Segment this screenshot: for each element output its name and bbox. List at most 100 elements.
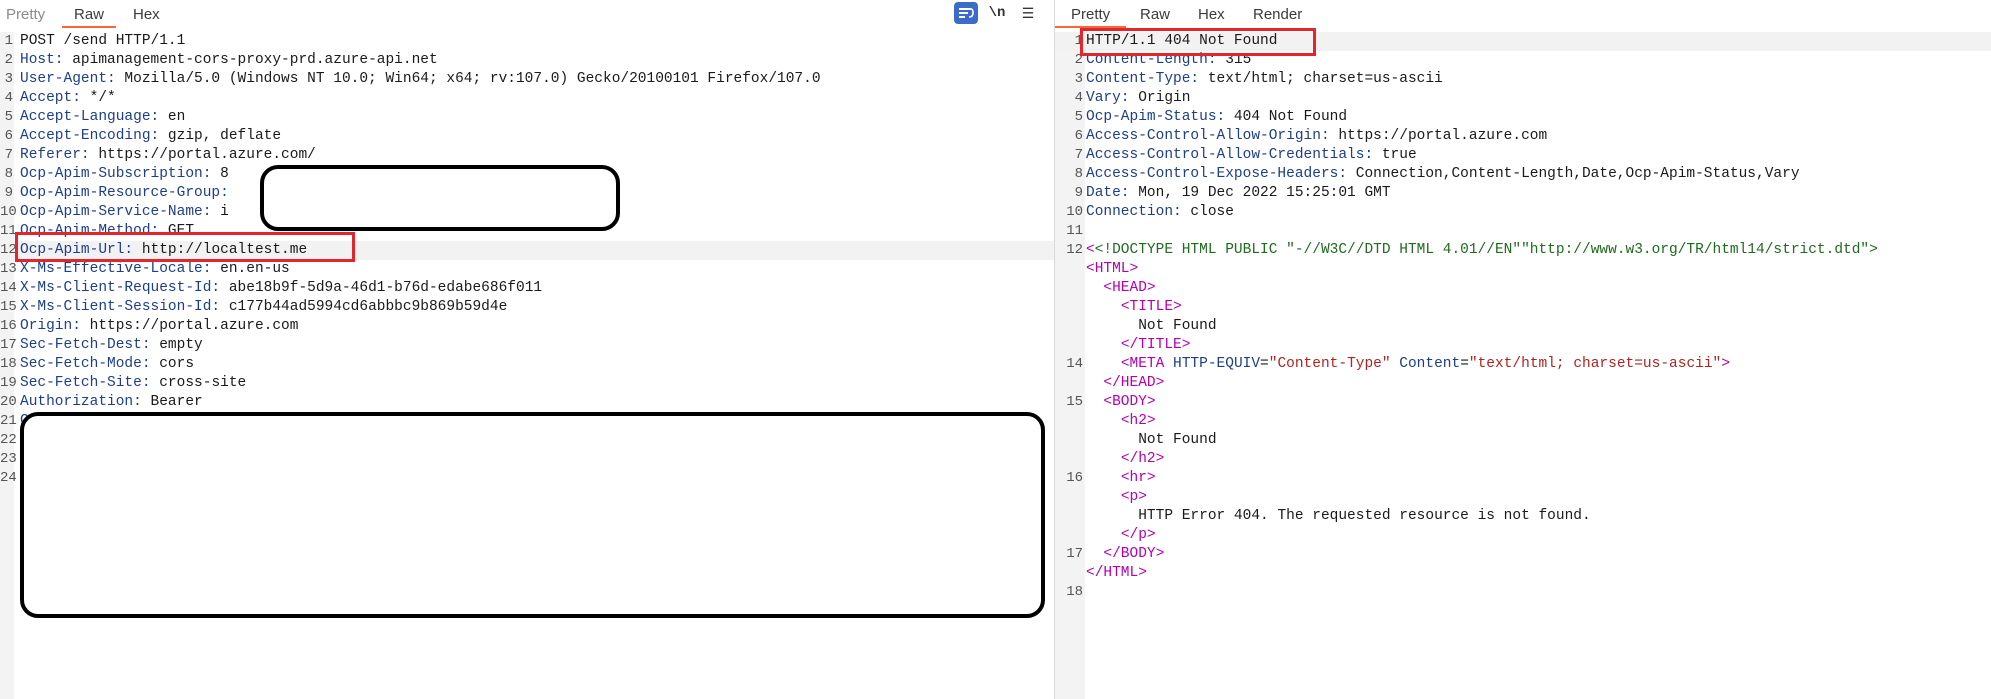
- text-node: Not Found: [1138, 318, 1217, 334]
- highlight-box: [15, 232, 355, 262]
- line-content: Authorization: Bearer: [20, 393, 203, 412]
- code-line: <p>: [1055, 488, 1991, 507]
- line-number: 7: [1074, 147, 1083, 163]
- code-line: 9 Date: Mon, 19 Dec 2022 15:25:01 GMT: [1055, 184, 1991, 203]
- code-line: 4 Accept: */*: [0, 89, 1054, 108]
- tab-hex[interactable]: Hex: [133, 0, 160, 28]
- text-node: [1086, 546, 1103, 562]
- line-content: <HEAD>: [1086, 279, 1155, 298]
- text-node: [1086, 280, 1103, 296]
- attr-name: HTTP-EQUIV: [1173, 356, 1261, 372]
- header-name: Content-Type:: [1086, 71, 1200, 87]
- code-line: 17 </BODY>: [1055, 545, 1991, 564]
- header-value: i: [211, 204, 229, 220]
- code-line: 7 Referer: https://portal.azure.com/: [0, 146, 1054, 165]
- line-content: </h2>: [1086, 450, 1165, 469]
- line-content: X-Ms-Client-Session-Id: c177b44ad5994cd6…: [20, 298, 507, 317]
- code-line: <HTML>: [1055, 260, 1991, 279]
- code-line: 11: [1055, 222, 1991, 241]
- code-line: 7 Access-Control-Allow-Credentials: true: [1055, 146, 1991, 165]
- text-node: [1086, 356, 1121, 372]
- line-number: 21: [0, 413, 17, 429]
- code-line: 5 Ocp-Apim-Status: 404 Not Found: [1055, 108, 1991, 127]
- code-line: 8 Access-Control-Expose-Headers: Connecti…: [1055, 165, 1991, 184]
- line-number: 24: [0, 470, 17, 486]
- code-line: 20 Authorization: Bearer: [0, 393, 1054, 412]
- line-content: POST /send HTTP/1.1: [20, 32, 185, 51]
- tab-raw[interactable]: Raw: [1140, 0, 1170, 28]
- line-content: Accept-Encoding: gzip, deflate: [20, 127, 281, 146]
- tab-render[interactable]: Render: [1253, 0, 1302, 28]
- line-number: 8: [4, 166, 13, 182]
- code-line: 18 Sec-Fetch-Mode: cors: [0, 355, 1054, 374]
- header-name: Ocp-Apim-Status:: [1086, 109, 1226, 125]
- line-content: Ocp-Apim-Status: 404 Not Found: [1086, 108, 1347, 127]
- header-name: User-Agent:: [20, 71, 116, 87]
- line-number: 19: [0, 375, 17, 391]
- code-line: 3 User-Agent: Mozilla/5.0 (Windows NT 10.…: [0, 70, 1054, 89]
- header-name: Origin:: [20, 318, 81, 334]
- doctype-text: <!DOCTYPE HTML PUBLIC: [1094, 242, 1287, 258]
- header-name: Authorization:: [20, 394, 142, 410]
- html-tag: >: [1721, 356, 1730, 372]
- html-tag: </p>: [1120, 527, 1156, 543]
- header-name: Ocp-Apim-Subscription:: [20, 166, 212, 182]
- line-content: </p>: [1086, 526, 1156, 545]
- line-content: X-Ms-Client-Request-Id: abe18b9f-5d9a-46…: [20, 279, 542, 298]
- header-value: apimanagement-cors-proxy-prd.azure-api.n…: [63, 52, 438, 68]
- line-number: 2: [4, 52, 13, 68]
- header-name: Vary:: [1086, 90, 1130, 106]
- line-content: Access-Control-Expose-Headers: Connectio…: [1086, 165, 1800, 184]
- line-number: 10: [0, 204, 17, 220]
- wrap-lines-icon[interactable]: [954, 2, 978, 24]
- line-content: Host: apimanagement-cors-proxy-prd.azure…: [20, 51, 438, 70]
- code-line: 6 Access-Control-Allow-Origin: https://po…: [1055, 127, 1991, 146]
- code-line: Not Found: [1055, 317, 1991, 336]
- line-number: 5: [4, 109, 13, 125]
- text-node: =: [1460, 356, 1469, 372]
- header-name: Accept-Language:: [20, 109, 160, 125]
- header-name: X-Ms-Client-Session-Id:: [20, 299, 221, 315]
- html-tag: <h2>: [1120, 413, 1156, 429]
- line-content: Origin: https://portal.azure.com: [20, 317, 298, 336]
- header-name: Host:: [20, 52, 64, 68]
- header-value: c177b44ad5994cd6abbbc9b869b59d4e: [220, 299, 508, 315]
- doctype-text: "-//W3C//DTD HTML 4.01//EN""http://www.w…: [1286, 242, 1870, 258]
- header-name: Ocp-Apim-Resource-Group:: [20, 185, 229, 201]
- line-content: </BODY>: [1086, 545, 1164, 564]
- code-line: 13 X-Ms-Effective-Locale: en.en-us: [0, 260, 1054, 279]
- wrap-lines-icon: [959, 8, 974, 18]
- line-number: 13: [0, 261, 17, 277]
- menu-icon[interactable]: ☰: [1016, 2, 1040, 24]
- text-node: [1086, 337, 1121, 353]
- header-value: gzip, deflate: [159, 128, 282, 144]
- tab-hex[interactable]: Hex: [1198, 0, 1225, 28]
- line-content: User-Agent: Mozilla/5.0 (Windows NT 10.0…: [20, 70, 821, 89]
- line-number: 18: [0, 356, 17, 372]
- tab-raw[interactable]: Raw: [62, 0, 117, 28]
- text-node: [1086, 299, 1121, 315]
- html-tag: <: [1086, 242, 1095, 258]
- response-editor[interactable]: 1 HTTP/1.1 404 Not Found 2 Content-Length: …: [1055, 28, 1991, 699]
- line-number: 3: [4, 71, 13, 87]
- code-line: </HEAD>: [1055, 374, 1991, 393]
- html-tag: <TITLE>: [1120, 299, 1182, 315]
- header-value: Origin: [1129, 90, 1191, 106]
- code-line: 15 X-Ms-Client-Session-Id: c177b44ad5994c…: [0, 298, 1054, 317]
- show-newlines-button[interactable]: \n: [985, 2, 1009, 24]
- line-content: </HEAD>: [1086, 374, 1164, 393]
- line-content: X-Ms-Effective-Locale: en.en-us: [20, 260, 290, 279]
- line-content: Access-Control-Allow-Origin: https://por…: [1086, 127, 1547, 146]
- highlight-box: [1080, 28, 1316, 56]
- line-number: 4: [1074, 90, 1083, 106]
- html-tag: <p>: [1120, 489, 1147, 505]
- redaction-box: [260, 165, 620, 231]
- html-tag: <BODY>: [1103, 394, 1156, 410]
- request-editor[interactable]: 1 POST /send HTTP/1.1 2 Host: apimanagement…: [0, 32, 1054, 699]
- header-name: X-Ms-Client-Request-Id:: [20, 280, 221, 296]
- tab-pretty[interactable]: Pretty: [6, 0, 45, 28]
- tab-pretty[interactable]: Pretty: [1055, 0, 1127, 28]
- header-value: text/html; charset=us-ascii: [1199, 71, 1443, 87]
- html-tag: <hr>: [1120, 470, 1156, 486]
- request-tabbar: Pretty Raw Hex \n ☰: [0, 0, 1054, 28]
